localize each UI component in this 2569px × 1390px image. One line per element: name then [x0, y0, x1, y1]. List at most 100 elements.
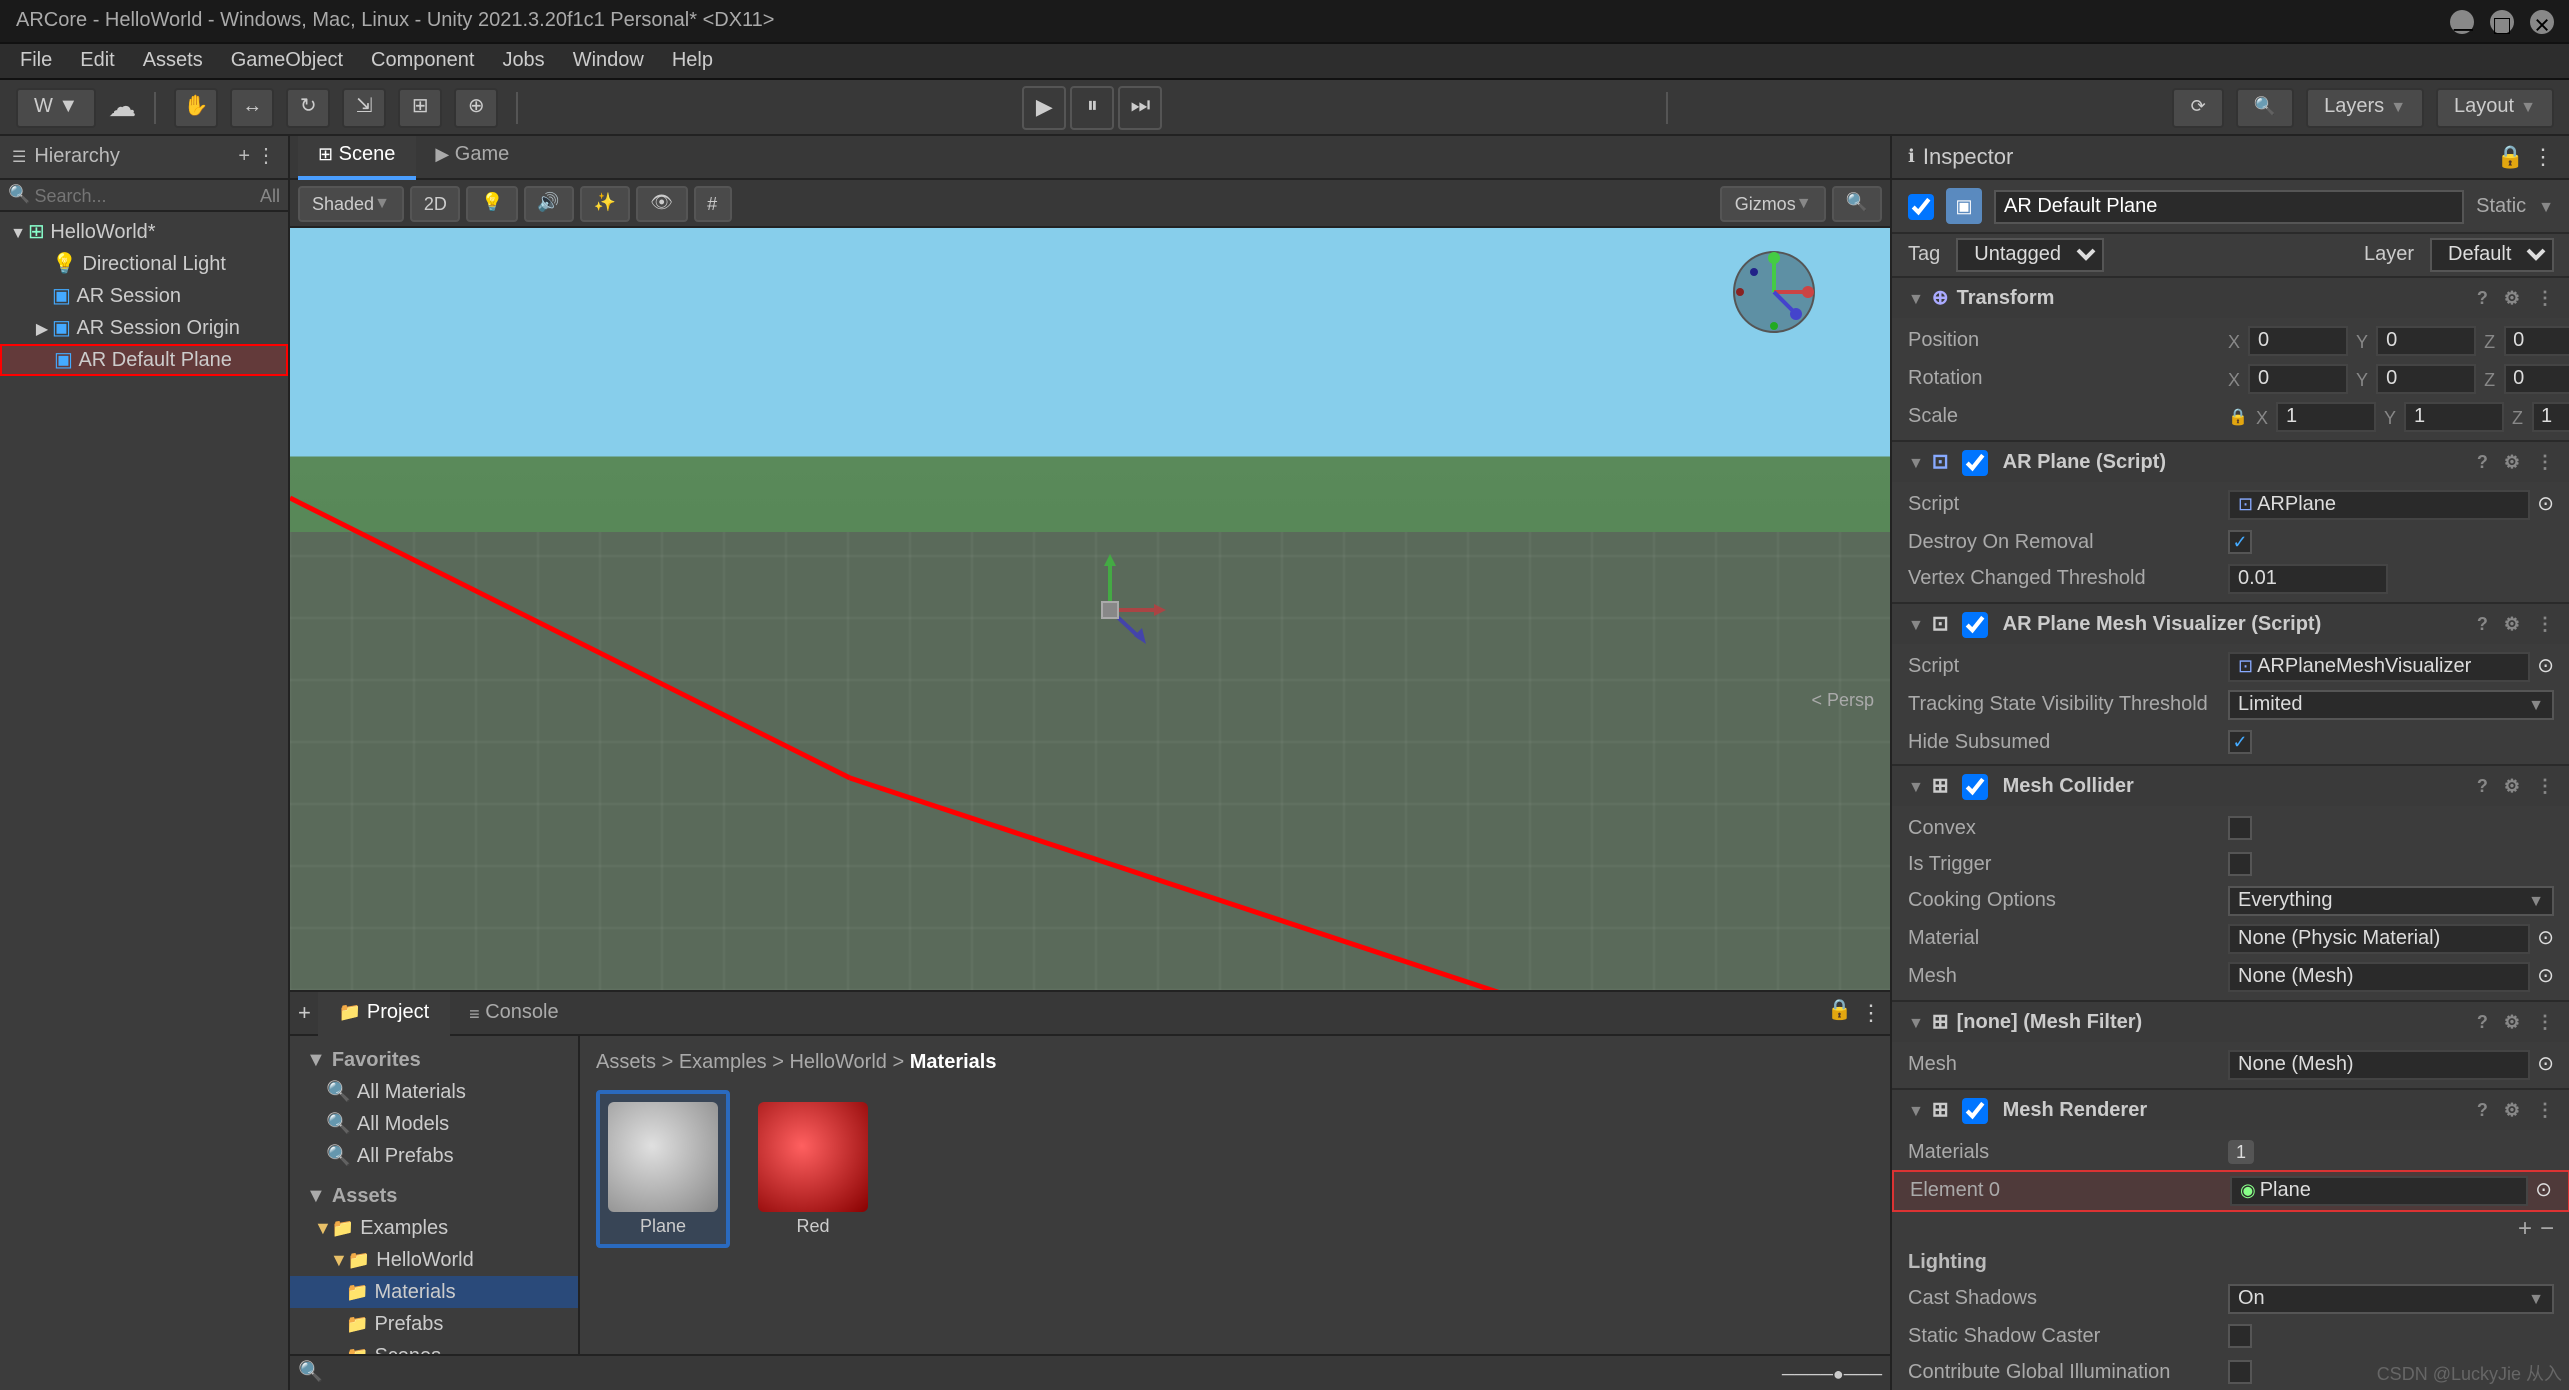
gameobject-active-checkbox[interactable] — [1908, 193, 1934, 219]
rotation-x-input[interactable] — [2248, 364, 2348, 394]
menu-window[interactable]: Window — [561, 48, 656, 74]
mesh-collider-header[interactable]: ▼ ⊞ Mesh Collider ? ⚙ ⋮ — [1892, 766, 2569, 806]
mesh-collider-more[interactable]: ⋮ — [2536, 775, 2554, 797]
arplane-script-ref[interactable]: ⊡ ARPlane — [2228, 490, 2529, 520]
inspector-lock-icon[interactable]: 🔒 — [2497, 144, 2524, 170]
scale-tool[interactable]: ⇲ — [342, 87, 386, 127]
menu-gameobject[interactable]: GameObject — [219, 48, 355, 74]
asset-plane[interactable]: Plane — [596, 1090, 730, 1248]
collider-mesh-pick[interactable]: ⊙ — [2537, 966, 2554, 988]
menu-edit[interactable]: Edit — [68, 48, 126, 74]
tree-item-ar-default-plane[interactable]: ▣ AR Default Plane — [0, 344, 288, 376]
static-shadow-checkbox[interactable] — [2228, 1324, 2252, 1348]
mesh-filter-help[interactable]: ? — [2477, 1012, 2488, 1032]
maximize-button[interactable]: □ — [2490, 9, 2514, 33]
position-z-input[interactable] — [2503, 326, 2569, 356]
transform-help-icon[interactable]: ? — [2477, 288, 2488, 308]
arplane-pick-icon[interactable]: ⊙ — [2537, 494, 2554, 516]
breadcrumb-helloworld[interactable]: HelloWorld — [789, 1052, 886, 1074]
mesh-collider-enable-checkbox[interactable] — [1963, 773, 1989, 799]
zoom-slider[interactable]: ────●─── — [1782, 1363, 1882, 1383]
prefabs-folder[interactable]: 📁 Prefabs — [290, 1308, 578, 1340]
play-button[interactable]: ▶ — [1022, 85, 1066, 129]
layers-button[interactable]: Layers ▼ — [2306, 87, 2424, 127]
workspace-button[interactable]: W ▼ — [16, 87, 96, 127]
fx-button[interactable]: ✨ — [580, 185, 630, 221]
ar-mesh-more[interactable]: ⋮ — [2536, 613, 2554, 635]
ar-mesh-script-ref[interactable]: ⊡ ARPlaneMeshVisualizer — [2228, 652, 2529, 682]
ar-mesh-pick-icon[interactable]: ⊙ — [2537, 656, 2554, 678]
rotation-z-input[interactable] — [2503, 364, 2569, 394]
tree-item-directional-light[interactable]: 💡 Directional Light — [0, 248, 288, 280]
hide-subsumed-checkbox[interactable] — [2228, 730, 2252, 754]
add-material-button[interactable]: + — [2518, 1214, 2532, 1242]
tab-game[interactable]: ▶ Game — [415, 135, 529, 179]
close-button[interactable]: × — [2530, 9, 2554, 33]
tracking-state-dropdown[interactable]: Limited ▼ — [2228, 690, 2554, 720]
rect-tool[interactable]: ⊞ — [398, 87, 442, 127]
minimize-button[interactable]: － — [2450, 9, 2474, 33]
all-models-item[interactable]: 🔍 All Models — [290, 1108, 578, 1140]
gizmos-button[interactable]: Gizmos ▼ — [1721, 185, 1826, 221]
mesh-collider-help[interactable]: ? — [2477, 776, 2488, 796]
scale-z-input[interactable] — [2531, 402, 2569, 432]
grid-button[interactable]: # — [693, 185, 731, 221]
panel-menu-icon[interactable]: ⋮ — [1860, 1000, 1882, 1026]
scenes-folder[interactable]: 📁 Scenes — [290, 1340, 578, 1354]
pause-button[interactable]: ⏸ — [1070, 85, 1114, 129]
menu-file[interactable]: File — [8, 48, 64, 74]
materials-folder[interactable]: 📁 Materials — [290, 1276, 578, 1308]
mesh-renderer-more[interactable]: ⋮ — [2536, 1099, 2554, 1121]
destroy-checkbox[interactable] — [2228, 530, 2252, 554]
helloworld-folder[interactable]: ▼📁 HelloWorld — [290, 1244, 578, 1276]
step-button[interactable]: ⏭ — [1118, 85, 1162, 129]
transform-tool[interactable]: ⊕ — [454, 87, 498, 127]
all-prefabs-item[interactable]: 🔍 All Prefabs — [290, 1140, 578, 1172]
transform-header[interactable]: ▼ ⊕ Transform ? ⚙ ⋮ — [1892, 278, 2569, 318]
ar-mesh-enable-checkbox[interactable] — [1963, 611, 1989, 637]
ar-plane-help-icon[interactable]: ? — [2477, 452, 2488, 472]
menu-jobs[interactable]: Jobs — [490, 48, 556, 74]
tree-item-ar-session-origin[interactable]: ▶ ▣ AR Session Origin — [0, 312, 288, 344]
all-materials-item[interactable]: 🔍 All Materials — [290, 1076, 578, 1108]
convex-checkbox[interactable] — [2228, 816, 2252, 840]
collider-material-pick[interactable]: ⊙ — [2537, 928, 2554, 950]
transform-settings-icon[interactable]: ⚙ — [2504, 287, 2520, 309]
scale-x-input[interactable] — [2276, 402, 2376, 432]
gameobject-name-input[interactable] — [1994, 189, 2464, 223]
shaded-button[interactable]: Shaded ▼ — [298, 185, 404, 221]
ar-plane-mesh-header[interactable]: ▼ ⊡ AR Plane Mesh Visualizer (Script) ? … — [1892, 604, 2569, 644]
cooking-options-dropdown[interactable]: Everything ▼ — [2228, 886, 2554, 916]
lock-icon[interactable]: 🔒 — [1827, 1000, 1852, 1026]
search-project-icon[interactable]: 🔍 — [298, 1362, 323, 1384]
mesh-filter-header[interactable]: ▼ ⊞ [none] (Mesh Filter) ? ⚙ ⋮ — [1892, 1002, 2569, 1042]
element0-ref[interactable]: ◉ Plane — [2230, 1176, 2527, 1206]
remove-material-button[interactable]: − — [2540, 1214, 2554, 1242]
mesh-renderer-enable-checkbox[interactable] — [1963, 1097, 1989, 1123]
cloud-icon[interactable]: ☁ — [108, 90, 136, 124]
position-y-input[interactable] — [2376, 326, 2476, 356]
mesh-filter-settings[interactable]: ⚙ — [2504, 1011, 2520, 1033]
scale-y-input[interactable] — [2404, 402, 2504, 432]
rotation-y-input[interactable] — [2376, 364, 2476, 394]
rotate-tool[interactable]: ↻ — [286, 87, 330, 127]
element0-pick[interactable]: ⊙ — [2535, 1180, 2552, 1202]
add-icon[interactable]: + — [298, 1001, 311, 1025]
collider-mesh-ref[interactable]: None (Mesh) — [2228, 962, 2529, 992]
audio-button[interactable]: 🔊 — [523, 185, 573, 221]
tree-item-helloworld[interactable]: ▼ ⊞ HelloWorld* — [0, 216, 288, 248]
mesh-renderer-header[interactable]: ▼ ⊞ Mesh Renderer ? ⚙ ⋮ — [1892, 1090, 2569, 1130]
move-tool[interactable]: ↔ — [230, 87, 274, 127]
2d-button[interactable]: 2D — [410, 185, 461, 221]
position-x-input[interactable] — [2248, 326, 2348, 356]
mesh-renderer-help[interactable]: ? — [2477, 1100, 2488, 1120]
layer-select[interactable]: Default — [2430, 238, 2554, 272]
scene-viewport[interactable]: < Persp — [290, 228, 1890, 990]
is-trigger-checkbox[interactable] — [2228, 852, 2252, 876]
filter-mesh-pick[interactable]: ⊙ — [2537, 1054, 2554, 1076]
filter-mesh-ref[interactable]: None (Mesh) — [2228, 1050, 2529, 1080]
tree-item-ar-session[interactable]: ▣ AR Session — [0, 280, 288, 312]
tag-select[interactable]: Untagged — [1956, 238, 2104, 272]
mesh-filter-more[interactable]: ⋮ — [2536, 1011, 2554, 1033]
transform-more-icon[interactable]: ⋮ — [2536, 287, 2554, 309]
